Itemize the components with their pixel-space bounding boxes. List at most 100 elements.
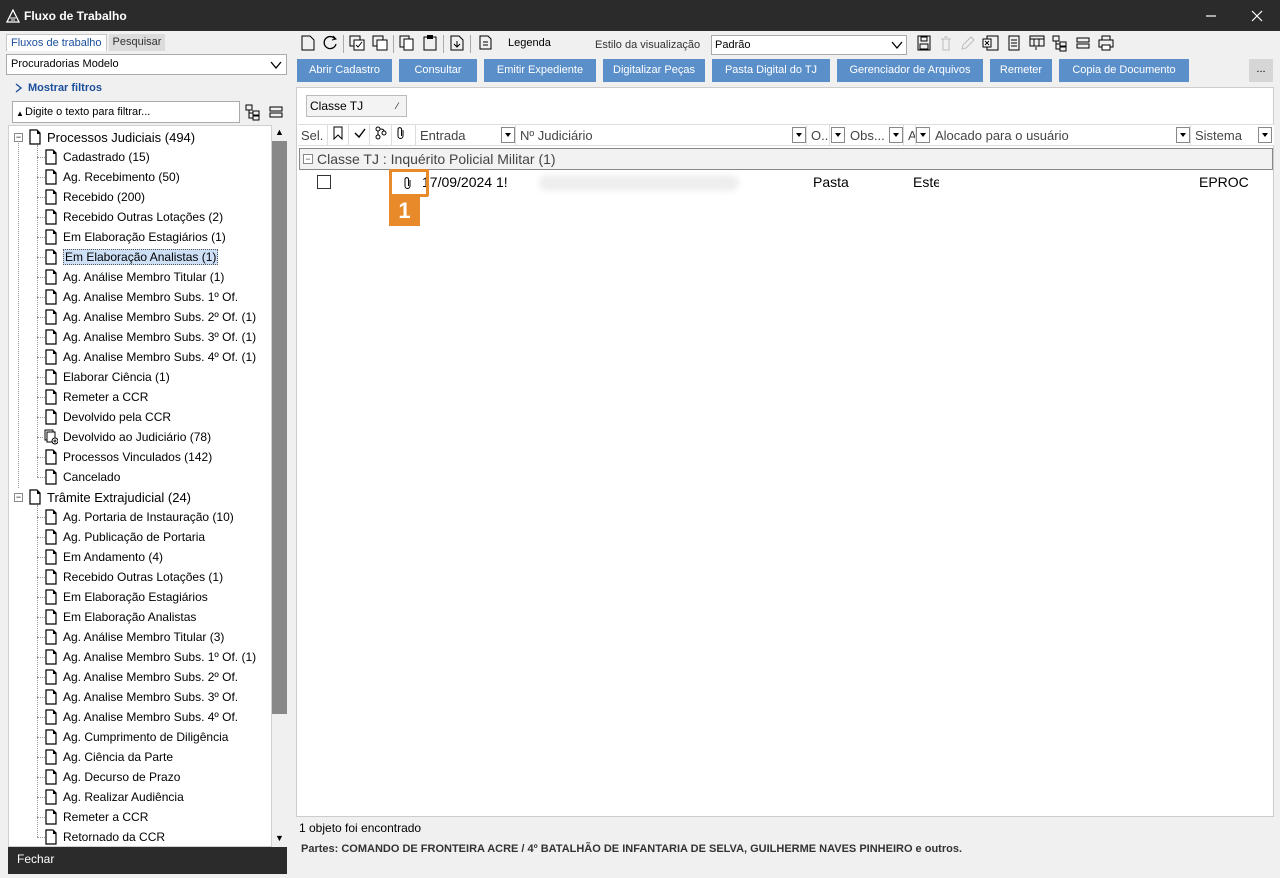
toolbar: Legenda Estilo da visualização Padrão (299, 33, 1278, 55)
tree-item[interactable]: Em Elaboração Analistas (44, 607, 196, 627)
tree-item[interactable]: Ag. Analise Membro Subs. 2º Of. (1) (44, 307, 256, 327)
minimize-button[interactable] (1188, 0, 1234, 31)
collapse-groups-icon[interactable] (1074, 34, 1092, 52)
show-filters-link[interactable]: Mostrar filtros (14, 82, 102, 94)
tree-item[interactable]: Devolvido pela CCR (44, 407, 171, 427)
tree-item[interactable]: Ag. Portaria de Instauração (10) (44, 507, 234, 527)
scroll-up-icon[interactable]: ▲ (274, 127, 285, 138)
tree-item[interactable]: Ag. Analise Membro Subs. 4º Of. (1) (44, 347, 256, 367)
legend-icon[interactable] (476, 34, 494, 52)
tree-item[interactable]: Ag. Ciência da Parte (44, 747, 173, 767)
action-button-4[interactable]: Digitalizar Peças (603, 59, 705, 82)
tree-item[interactable]: Ag. Cumprimento de Diligência (44, 727, 228, 747)
scroll-down-icon[interactable]: ▼ (274, 833, 285, 844)
new-document-icon[interactable] (299, 34, 317, 52)
export-icon[interactable] (448, 34, 466, 52)
collapse-node-icon[interactable]: − (14, 132, 23, 142)
entrada-filter-dropdown[interactable] (501, 127, 515, 143)
tree-item[interactable]: Ag. Analise Membro Subs. 2º Of. (44, 667, 238, 687)
tree-item[interactable]: Ag. Decurso de Prazo (44, 767, 180, 787)
column-alocado[interactable]: Alocado para o usuário (932, 125, 1191, 146)
column-attachment[interactable] (393, 125, 416, 146)
tab-pesquisar[interactable]: Pesquisar (108, 34, 166, 51)
sistema-filter-dropdown[interactable] (1258, 127, 1272, 143)
tree-item[interactable]: Ag. Analise Membro Subs. 1º Of. (1) (44, 647, 256, 667)
workflow-select[interactable]: Procuradorias Modelo (6, 54, 287, 75)
row-select-checkbox[interactable] (317, 175, 331, 189)
group-tree-icon[interactable] (1051, 34, 1069, 52)
tree-item[interactable]: Ag. Recebimento (50) (44, 167, 180, 187)
document-list-icon[interactable] (1005, 34, 1023, 52)
tree-item[interactable]: Ag. Analise Membro Subs. 3º Of. (1) (44, 327, 256, 347)
tree-item[interactable]: Processos Vinculados (142) (44, 447, 212, 467)
tree-item[interactable]: Ag. Analise Membro Subs. 1º Of. (44, 287, 238, 307)
deselect-all-icon[interactable] (371, 34, 389, 52)
tree-item[interactable]: Recebido Outras Lotações (1) (44, 567, 223, 587)
tree-item[interactable]: Em Andamento (4) (44, 547, 163, 567)
tree-item[interactable]: Em Elaboração Analistas (1) (44, 247, 219, 267)
a-filter-dropdown[interactable] (916, 127, 930, 143)
group-row[interactable]: − Classe TJ : Inquérito Policial Militar… (299, 148, 1273, 170)
o-filter-dropdown[interactable] (831, 127, 845, 143)
obs-filter-dropdown[interactable] (889, 127, 903, 143)
column-a[interactable]: A (905, 125, 916, 146)
collapse-node-icon[interactable]: − (14, 492, 23, 502)
column-bookmark[interactable] (329, 125, 349, 146)
table-row[interactable]: 17/09/2024 1! Pasta Este EPROC (299, 172, 1273, 194)
tree-item[interactable]: Retornado da CCR (44, 827, 165, 846)
tree-scrollbar[interactable]: ▲ ▼ (272, 125, 287, 847)
tree-item[interactable]: Em Elaboração Estagiários (44, 587, 208, 607)
column-check[interactable] (350, 125, 370, 146)
column-o[interactable]: O... (808, 125, 830, 146)
excel-export-icon[interactable] (982, 34, 1000, 52)
collapse-tree-icon[interactable] (267, 103, 285, 121)
column-linked[interactable] (371, 125, 392, 146)
action-button-1[interactable]: Abrir Cadastro (297, 59, 392, 82)
action-button-3[interactable]: Emitir Expediente (484, 59, 596, 82)
select-all-icon[interactable] (348, 34, 366, 52)
action-button-7[interactable]: Remeter (990, 59, 1052, 82)
tree-item[interactable]: Ag. Analise Membro Subs. 4º Of. (44, 707, 238, 727)
tree-item[interactable]: Em Elaboração Estagiários (1) (44, 227, 226, 247)
close-panel-button[interactable]: Fechar (8, 847, 287, 874)
tree-item[interactable]: Remeter a CCR (44, 807, 148, 827)
columns-chooser-icon[interactable] (1028, 34, 1046, 52)
tree-group-node[interactable]: − Trâmite Extrajudicial (24) (9, 487, 191, 507)
action-button-6[interactable]: Gerenciador de Arquivos (837, 59, 983, 82)
more-actions-button[interactable]: ... (1249, 59, 1273, 82)
numero-filter-dropdown[interactable] (792, 127, 806, 143)
tree-item[interactable]: Ag. Análise Membro Titular (1) (44, 267, 224, 287)
paste-icon[interactable] (421, 34, 439, 52)
column-numero-judiciario[interactable]: Nº Judiciário (517, 125, 807, 146)
action-button-8[interactable]: Copia de Documento (1059, 59, 1189, 82)
tree-item[interactable]: Ag. Analise Membro Subs. 3º Of. (44, 687, 238, 707)
close-window-button[interactable] (1234, 0, 1280, 31)
expand-tree-icon[interactable] (244, 103, 262, 121)
tree-item[interactable]: Ag. Análise Membro Titular (3) (44, 627, 224, 647)
tree-item[interactable]: Cadastrado (15) (44, 147, 150, 167)
tree-item[interactable]: Recebido Outras Lotações (2) (44, 207, 223, 227)
tree-item[interactable]: Remeter a CCR (44, 387, 148, 407)
scrollbar-thumb[interactable] (272, 141, 287, 714)
collapse-group-icon[interactable]: − (303, 154, 313, 164)
tree-item[interactable]: Ag. Publicação de Portaria (44, 527, 205, 547)
group-by-chip[interactable]: Classe TJ ⁄ (306, 95, 407, 117)
refresh-icon[interactable] (321, 34, 339, 52)
legend-label[interactable]: Legenda (508, 37, 551, 49)
tree-item[interactable]: Ag. Realizar Audiência (44, 787, 184, 807)
action-button-5[interactable]: Pasta Digital do TJ (712, 59, 830, 82)
tree-item[interactable]: Elaborar Ciência (1) (44, 367, 170, 387)
copy-icon[interactable] (398, 34, 416, 52)
action-button-2[interactable]: Consultar (399, 59, 477, 82)
print-icon[interactable] (1097, 34, 1115, 52)
tree-group-node[interactable]: − Processos Judiciais (494) (9, 127, 195, 147)
tree-filter-input[interactable]: ▲ Digite o texto para filtrar... (12, 101, 240, 123)
tree-item[interactable]: Cancelado (44, 467, 120, 487)
view-style-select[interactable]: Padrão (711, 35, 907, 55)
alocado-filter-dropdown[interactable] (1176, 127, 1190, 143)
save-view-icon[interactable] (915, 34, 933, 52)
tab-fluxos[interactable]: Fluxos de trabalho (6, 34, 107, 51)
tree-item[interactable]: Devolvido ao Judiciário (78) (44, 427, 211, 447)
column-sel[interactable]: Sel. (298, 125, 328, 146)
tree-item[interactable]: Recebido (200) (44, 187, 145, 207)
